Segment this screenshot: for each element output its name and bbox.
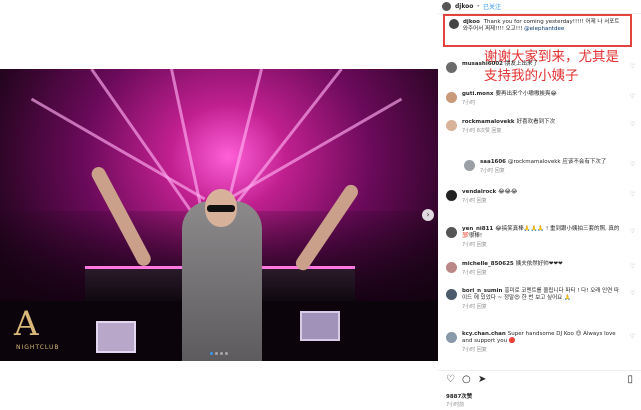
comment-text: 姨夫依然好帅❤❤❤ <box>515 261 563 267</box>
comment-meta[interactable]: 7小时 回复 <box>462 270 622 277</box>
comment-meta[interactable]: 7小时 回复 <box>462 347 622 354</box>
follow-status-button[interactable]: 已关注 <box>483 2 501 11</box>
comment-body <box>462 357 622 366</box>
comment-icon[interactable]: ○ <box>462 375 471 385</box>
caption-highlight-box: djkoo Thank you for coming yesterday!!!!… <box>443 14 632 47</box>
caption-text: djkoo Thank you for coming yesterday!!!!… <box>463 19 626 33</box>
comment-body: saa1606 @rockmamalovekk 应该不会有下次了 7小时 回复 <box>480 159 620 175</box>
comment-body: yen_ni811 😂搞笑真棒🙏🙏🙏 ! 重到跟小姨拍三套的照, 真的💯很棒! 7小… <box>462 226 622 249</box>
comment-body: rockmamalovekk 好喜欢看到下次 7小时 8次赞 回复 <box>462 119 622 135</box>
comment-like-heart-icon[interactable]: ♡ <box>630 228 635 235</box>
commenter-username[interactable]: rockmamalovekk <box>462 119 515 125</box>
heart-icon[interactable]: ♡ <box>446 375 455 385</box>
comment-like-heart-icon[interactable]: ♡ <box>630 290 635 297</box>
comment-text: 好喜欢看到下次 <box>516 119 556 125</box>
carousel-dots <box>0 352 438 355</box>
comment-meta[interactable]: 7小时 8次赞 回复 <box>462 128 622 135</box>
comment-item: musashi6002 朋友上出来了 ♡ <box>438 60 641 84</box>
commenter-username[interactable]: yen_ni811 <box>462 226 493 232</box>
next-photo-arrow-icon[interactable]: › <box>422 209 434 221</box>
comment-text: 朋友上出来了 <box>505 61 539 67</box>
comment-meta[interactable]: 7小时 回复 <box>462 242 622 249</box>
commenter-avatar[interactable] <box>446 120 457 131</box>
comment-body: kcy.chan.chan Super handsome DJ Koo 😍 Alw… <box>462 331 622 354</box>
commenter-username[interactable]: musashi6002 <box>462 61 503 67</box>
commenter-username[interactable]: vendalrock <box>462 189 496 195</box>
light-beam <box>227 97 403 201</box>
caption-mention[interactable]: @elephantdee <box>524 26 564 32</box>
comment-like-heart-icon[interactable]: ♡ <box>630 63 635 70</box>
author-avatar[interactable] <box>442 2 451 11</box>
comment-like-heart-icon[interactable]: ♡ <box>630 191 635 198</box>
caption-username[interactable]: djkoo <box>463 19 480 25</box>
comment-like-heart-icon[interactable]: ♡ <box>630 263 635 270</box>
commenter-avatar[interactable] <box>446 262 457 273</box>
club-logo-subtitle: NIGHTCLUB <box>16 344 60 351</box>
author-username[interactable]: djkoo <box>455 3 473 10</box>
comment-reply: saa1606 @rockmamalovekk 应该不会有下次了 7小时 回复 ♡ <box>438 158 641 182</box>
comment-body: bori_n_sumin 흥미로 코멘트를 올립니다 파티 ! 다! 오래 인연 … <box>462 288 622 311</box>
commenter-avatar[interactable] <box>446 289 457 300</box>
comment-item: bori_n_sumin 흥미로 코멘트를 올립니다 파티 ! 다! 오래 인연 … <box>438 287 641 311</box>
comment-body: vendalrock 😂😂😂 7小时 回复 <box>462 189 622 205</box>
comment-like-heart-icon[interactable]: ♡ <box>630 161 635 168</box>
caption-avatar[interactable] <box>449 19 459 29</box>
comment-text: 😂😂😂 <box>498 189 518 195</box>
commenter-avatar[interactable] <box>446 358 457 369</box>
club-logo: A <box>14 304 39 344</box>
comment-body: michelle_850625 姨夫依然好帅❤❤❤ 7小时 回复 <box>462 261 622 277</box>
commenter-username[interactable]: saa1606 <box>480 159 506 165</box>
post-sidebar: djkoo • 已关注 djkoo Thank you for coming y… <box>438 0 641 410</box>
commenter-username[interactable]: bori_n_sumin <box>462 288 502 294</box>
commenter-username[interactable]: kcy.chan.chan <box>462 331 506 337</box>
commenter-avatar[interactable] <box>446 62 457 73</box>
comment-like-heart-icon[interactable]: ♡ <box>630 93 635 100</box>
share-icon[interactable]: ➤ <box>478 375 486 385</box>
comment-meta[interactable]: 7小时 回复 <box>480 168 620 175</box>
comment-body: musashi6002 朋友上出来了 <box>462 61 622 70</box>
comment-item: vendalrock 😂😂😂 7小时 回复 ♡ <box>438 188 641 212</box>
post-time: 7小时前 <box>446 402 465 408</box>
commenter-avatar[interactable] <box>446 92 457 103</box>
carousel-dot <box>215 352 218 355</box>
commenter-username[interactable]: guti.monx <box>462 91 493 97</box>
comment-meta[interactable]: 7小时 回复 <box>462 198 622 205</box>
comment-like-heart-icon[interactable]: ♡ <box>630 121 635 128</box>
comment-text: @rockmamalovekk 应该不会有下次了 <box>508 159 607 165</box>
commenter-username[interactable]: michelle_850625 <box>462 261 514 267</box>
commenter-avatar[interactable] <box>446 190 457 201</box>
bookmark-icon[interactable]: ▯ <box>627 375 633 385</box>
comment-text: 要再出来个小嗷嗷挨爽😂 <box>495 91 557 97</box>
commenter-avatar[interactable] <box>446 227 457 238</box>
commenter-avatar[interactable] <box>464 160 475 171</box>
comment-meta[interactable]: 7小时 回复 <box>462 304 622 311</box>
like-count[interactable]: 9887次赞 <box>446 392 472 400</box>
comment-like-heart-icon[interactable]: ♡ <box>630 333 635 340</box>
action-bar: ♡ ○ ➤ ▯ <box>438 370 641 386</box>
comment-meta[interactable]: 7小时 <box>462 100 622 107</box>
post-header: djkoo • 已关注 <box>438 0 641 14</box>
led-panel-left <box>96 321 136 353</box>
led-panel-right <box>300 311 340 341</box>
comment-item: yen_ni811 😂搞笑真棒🙏🙏🙏 ! 重到跟小姨拍三套的照, 真的💯很棒! 7小… <box>438 225 641 249</box>
comment-item: guti.monx 要再出来个小嗷嗷挨爽😂 7小时 ♡ <box>438 90 641 114</box>
separator-dot: • <box>476 3 480 10</box>
carousel-dot <box>210 352 213 355</box>
carousel-dot <box>220 352 223 355</box>
comment-item: kcy.chan.chan Super handsome DJ Koo 😍 Alw… <box>438 330 641 354</box>
post-photo[interactable]: A NIGHTCLUB › <box>0 69 438 361</box>
comment-body: guti.monx 要再出来个小嗷嗷挨爽😂 7小时 <box>462 91 622 107</box>
dj-sunglasses <box>207 205 235 212</box>
comment-item: rockmamalovekk 好喜欢看到下次 7小时 8次赞 回复 ♡ <box>438 118 641 142</box>
carousel-dot <box>225 352 228 355</box>
commenter-avatar[interactable] <box>446 332 457 343</box>
comment-item: michelle_850625 姨夫依然好帅❤❤❤ 7小时 回复 ♡ <box>438 260 641 284</box>
